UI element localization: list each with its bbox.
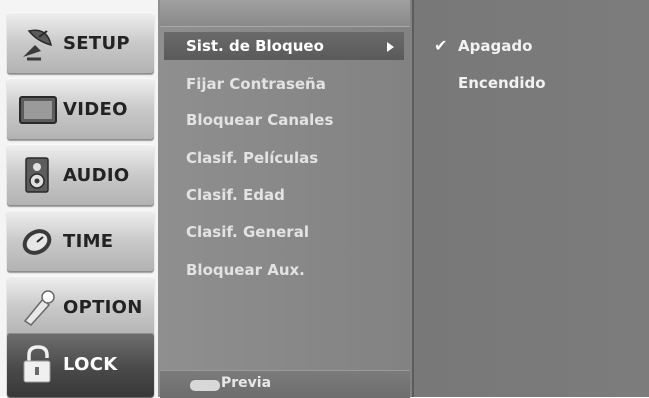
menu-key-icon <box>190 380 220 391</box>
option-encendido[interactable]: Encendido <box>434 71 546 95</box>
menu-item-label: Clasif. Edad <box>186 186 285 204</box>
category-label-lock: LOCK <box>63 354 118 375</box>
menu-item-label: Clasif. General <box>186 223 309 241</box>
previous-hint-bar: Previa <box>160 370 410 398</box>
menu-item-bloquear-aux[interactable]: Bloquear Aux. <box>164 256 404 284</box>
menu-item-bloquear-canales[interactable]: Bloquear Canales <box>164 106 404 134</box>
menu-item-sist-de-bloqueo[interactable]: Sist. de Bloqueo <box>164 32 404 60</box>
category-time[interactable]: TIME <box>7 210 154 272</box>
padlock-icon <box>23 345 51 383</box>
category-video[interactable]: VIDEO <box>7 78 154 140</box>
category-label-video: VIDEO <box>63 99 128 120</box>
menu-item-clasif-edad[interactable]: Clasif. Edad <box>164 181 404 209</box>
menu-item-fijar-contrasena[interactable]: Fijar Contraseña <box>164 70 404 98</box>
submenu-arrow-icon <box>387 42 394 52</box>
menu-item-label: Bloquear Canales <box>186 111 334 129</box>
options-panel: ✔ Apagado Encendido <box>412 0 649 397</box>
previous-label: Previa <box>221 375 272 391</box>
menu-item-label: Sist. de Bloqueo <box>186 37 324 55</box>
category-label-audio: AUDIO <box>63 165 130 186</box>
category-audio[interactable]: AUDIO <box>7 144 154 206</box>
category-label-setup: SETUP <box>63 33 130 54</box>
speaker-icon <box>25 157 49 193</box>
category-label-option: OPTION <box>63 297 143 318</box>
category-lock[interactable]: LOCK <box>7 333 154 397</box>
satellite-dish-icon <box>23 29 53 61</box>
category-setup[interactable]: SETUP <box>7 12 154 74</box>
option-label: Apagado <box>458 37 533 55</box>
option-apagado[interactable]: ✔ Apagado <box>434 34 532 58</box>
option-tool-icon <box>23 290 55 326</box>
option-label: Encendido <box>458 74 546 92</box>
menu-item-label: Bloquear Aux. <box>186 261 305 279</box>
submenu-top-bar <box>160 0 410 27</box>
menu-item-label: Fijar Contraseña <box>186 75 326 93</box>
category-label-time: TIME <box>63 231 114 252</box>
clock-icon <box>22 229 52 255</box>
checkmark-icon: ✔ <box>434 36 448 55</box>
lock-submenu: Sist. de Bloqueo Fijar Contraseña Bloque… <box>158 0 412 398</box>
tv-screen-icon <box>19 96 57 124</box>
menu-item-clasif-general[interactable]: Clasif. General <box>164 218 404 246</box>
category-option[interactable]: OPTION <box>7 276 154 338</box>
menu-item-label: Clasif. Películas <box>186 149 319 167</box>
menu-item-clasif-peliculas[interactable]: Clasif. Películas <box>164 144 404 172</box>
category-sidebar: SETUP VIDEO AUDIO TIME OPTION LOCK <box>0 0 158 397</box>
